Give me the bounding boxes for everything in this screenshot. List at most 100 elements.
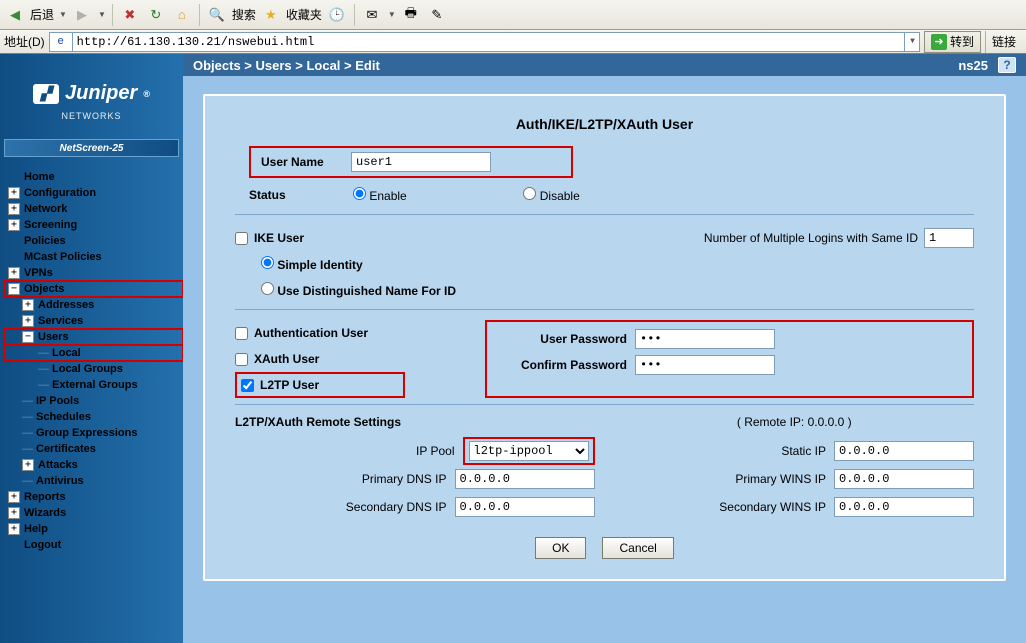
nav-policies[interactable]: Policies — [24, 235, 66, 247]
expand-icon[interactable]: + — [8, 267, 20, 279]
cancel-button[interactable]: Cancel — [602, 537, 673, 559]
nav-screening[interactable]: Screening — [24, 219, 77, 231]
edit-button[interactable]: ✎ — [426, 4, 448, 26]
status-enable[interactable]: Enable — [353, 189, 407, 203]
button-row: OK Cancel — [235, 537, 974, 559]
mail-button[interactable]: ✉ — [361, 4, 383, 26]
secondary-wins-label: Secondary WINS IP — [615, 500, 835, 514]
search-icon[interactable]: 🔍 — [206, 4, 228, 26]
ip-pool-select[interactable]: l2tp-ippool — [469, 441, 589, 461]
secondary-wins-input[interactable] — [834, 497, 974, 517]
simple-identity-option[interactable]: Simple Identity — [261, 256, 363, 272]
logo-icon: ▞ — [33, 84, 59, 104]
ok-button[interactable]: OK — [535, 537, 586, 559]
nav-antivirus[interactable]: Antivirus — [36, 475, 84, 487]
nav-reports[interactable]: Reports — [24, 491, 66, 503]
refresh-button[interactable]: ↻ — [145, 4, 167, 26]
static-ip-label: Static IP — [615, 444, 835, 458]
tree-dash: — — [38, 379, 49, 391]
history-button[interactable]: 🕒 — [326, 4, 348, 26]
primary-dns-input[interactable] — [455, 469, 595, 489]
browser-toolbar: ◀ 后退 ▼ ▶ ▼ ✖ ↻ ⌂ 🔍 搜索 ★ 收藏夹 🕒 ✉ ▼ 🖶 ✎ — [0, 0, 1026, 30]
expand-icon[interactable]: + — [22, 299, 34, 311]
multi-login-label: Number of Multiple Logins with Same ID — [704, 231, 918, 245]
panel-title: Auth/IKE/L2TP/XAuth User — [235, 116, 974, 132]
favorites-icon[interactable]: ★ — [260, 4, 282, 26]
links-button[interactable]: 链接 — [985, 31, 1022, 53]
nav-local-groups[interactable]: Local Groups — [52, 363, 123, 375]
nav-addresses[interactable]: Addresses — [38, 299, 94, 311]
dn-option[interactable]: Use Distinguished Name For ID — [261, 282, 456, 298]
ike-row: IKE User Number of Multiple Logins with … — [235, 225, 974, 251]
expand-icon[interactable]: + — [8, 491, 20, 503]
auth-user-label: Authentication User — [254, 326, 368, 340]
ike-user-checkbox[interactable] — [235, 232, 248, 245]
chevron-down-icon[interactable]: ▼ — [98, 10, 106, 19]
nav-schedules[interactable]: Schedules — [36, 411, 91, 423]
auth-user-checkbox[interactable] — [235, 327, 248, 340]
nav-ip-pools[interactable]: IP Pools — [36, 395, 79, 407]
nav-logout[interactable]: Logout — [24, 539, 61, 551]
chevron-down-icon[interactable]: ▼ — [388, 10, 396, 19]
username-input[interactable] — [351, 152, 491, 172]
nav-mcast[interactable]: MCast Policies — [24, 251, 102, 263]
secondary-dns-input[interactable] — [455, 497, 595, 517]
url-input[interactable] — [72, 32, 905, 52]
back-button[interactable]: ◀ — [4, 4, 26, 26]
chevron-down-icon[interactable]: ▼ — [910, 37, 915, 46]
nav-home[interactable]: Home — [24, 171, 55, 183]
chevron-down-icon[interactable]: ▼ — [59, 10, 67, 19]
expand-icon[interactable]: + — [22, 315, 34, 327]
disable-radio[interactable] — [523, 187, 536, 200]
tree-dash: — — [22, 443, 33, 455]
go-button[interactable]: ➜ 转到 — [924, 31, 981, 53]
print-button[interactable]: 🖶 — [400, 4, 422, 26]
nav-objects[interactable]: Objects — [24, 283, 64, 295]
nav-configuration[interactable]: Configuration — [24, 187, 96, 199]
address-field-wrap: e ▼ — [49, 32, 920, 52]
enable-radio[interactable] — [353, 187, 366, 200]
confirm-password-input[interactable] — [635, 355, 775, 375]
nav-certificates[interactable]: Certificates — [36, 443, 96, 455]
forward-button[interactable]: ▶ — [71, 4, 93, 26]
xauth-user-checkbox[interactable] — [235, 353, 248, 366]
primary-wins-input[interactable] — [834, 469, 974, 489]
dn-radio[interactable] — [261, 282, 274, 295]
nav-users[interactable]: Users — [38, 331, 69, 343]
collapse-icon[interactable]: − — [22, 331, 34, 343]
nav-attacks[interactable]: Attacks — [38, 459, 78, 471]
expand-icon[interactable]: + — [8, 219, 20, 231]
tree-dash: — — [38, 347, 49, 359]
nav-network[interactable]: Network — [24, 203, 67, 215]
l2tp-user-checkbox[interactable] — [241, 379, 254, 392]
expand-icon[interactable]: + — [8, 203, 20, 215]
user-password-label: User Password — [495, 332, 635, 346]
nav-help[interactable]: Help — [24, 523, 48, 535]
nav-tree: Home +Configuration +Network +Screening … — [0, 167, 183, 563]
stop-button[interactable]: ✖ — [119, 4, 141, 26]
expand-icon[interactable]: + — [8, 523, 20, 535]
simple-identity-radio[interactable] — [261, 256, 274, 269]
app-frame: ▞ Juniper® NETWORKS NetScreen-25 Home +C… — [0, 54, 1026, 643]
home-button[interactable]: ⌂ — [171, 4, 193, 26]
collapse-icon[interactable]: − — [8, 283, 20, 295]
nav-group-expressions[interactable]: Group Expressions — [36, 427, 137, 439]
multi-login-input[interactable] — [924, 228, 974, 248]
nav-external-groups[interactable]: External Groups — [52, 379, 138, 391]
nav-vpns[interactable]: VPNs — [24, 267, 53, 279]
username-label: User Name — [261, 155, 351, 169]
nav-wizards[interactable]: Wizards — [24, 507, 66, 519]
expand-icon[interactable]: + — [22, 459, 34, 471]
favorites-label[interactable]: 收藏夹 — [286, 6, 322, 23]
user-password-input[interactable] — [635, 329, 775, 349]
expand-icon[interactable]: + — [8, 187, 20, 199]
expand-icon[interactable]: + — [8, 507, 20, 519]
main-content: Objects > Users > Local > Edit ns25 ? Au… — [183, 54, 1026, 643]
help-button[interactable]: ? — [998, 57, 1016, 73]
search-label[interactable]: 搜索 — [232, 6, 256, 23]
status-disable[interactable]: Disable — [523, 189, 579, 203]
static-ip-input[interactable] — [834, 441, 974, 461]
remote-ip-display: ( Remote IP: 0.0.0.0 ) — [615, 415, 975, 429]
nav-local[interactable]: Local — [52, 347, 81, 359]
nav-services[interactable]: Services — [38, 315, 83, 327]
